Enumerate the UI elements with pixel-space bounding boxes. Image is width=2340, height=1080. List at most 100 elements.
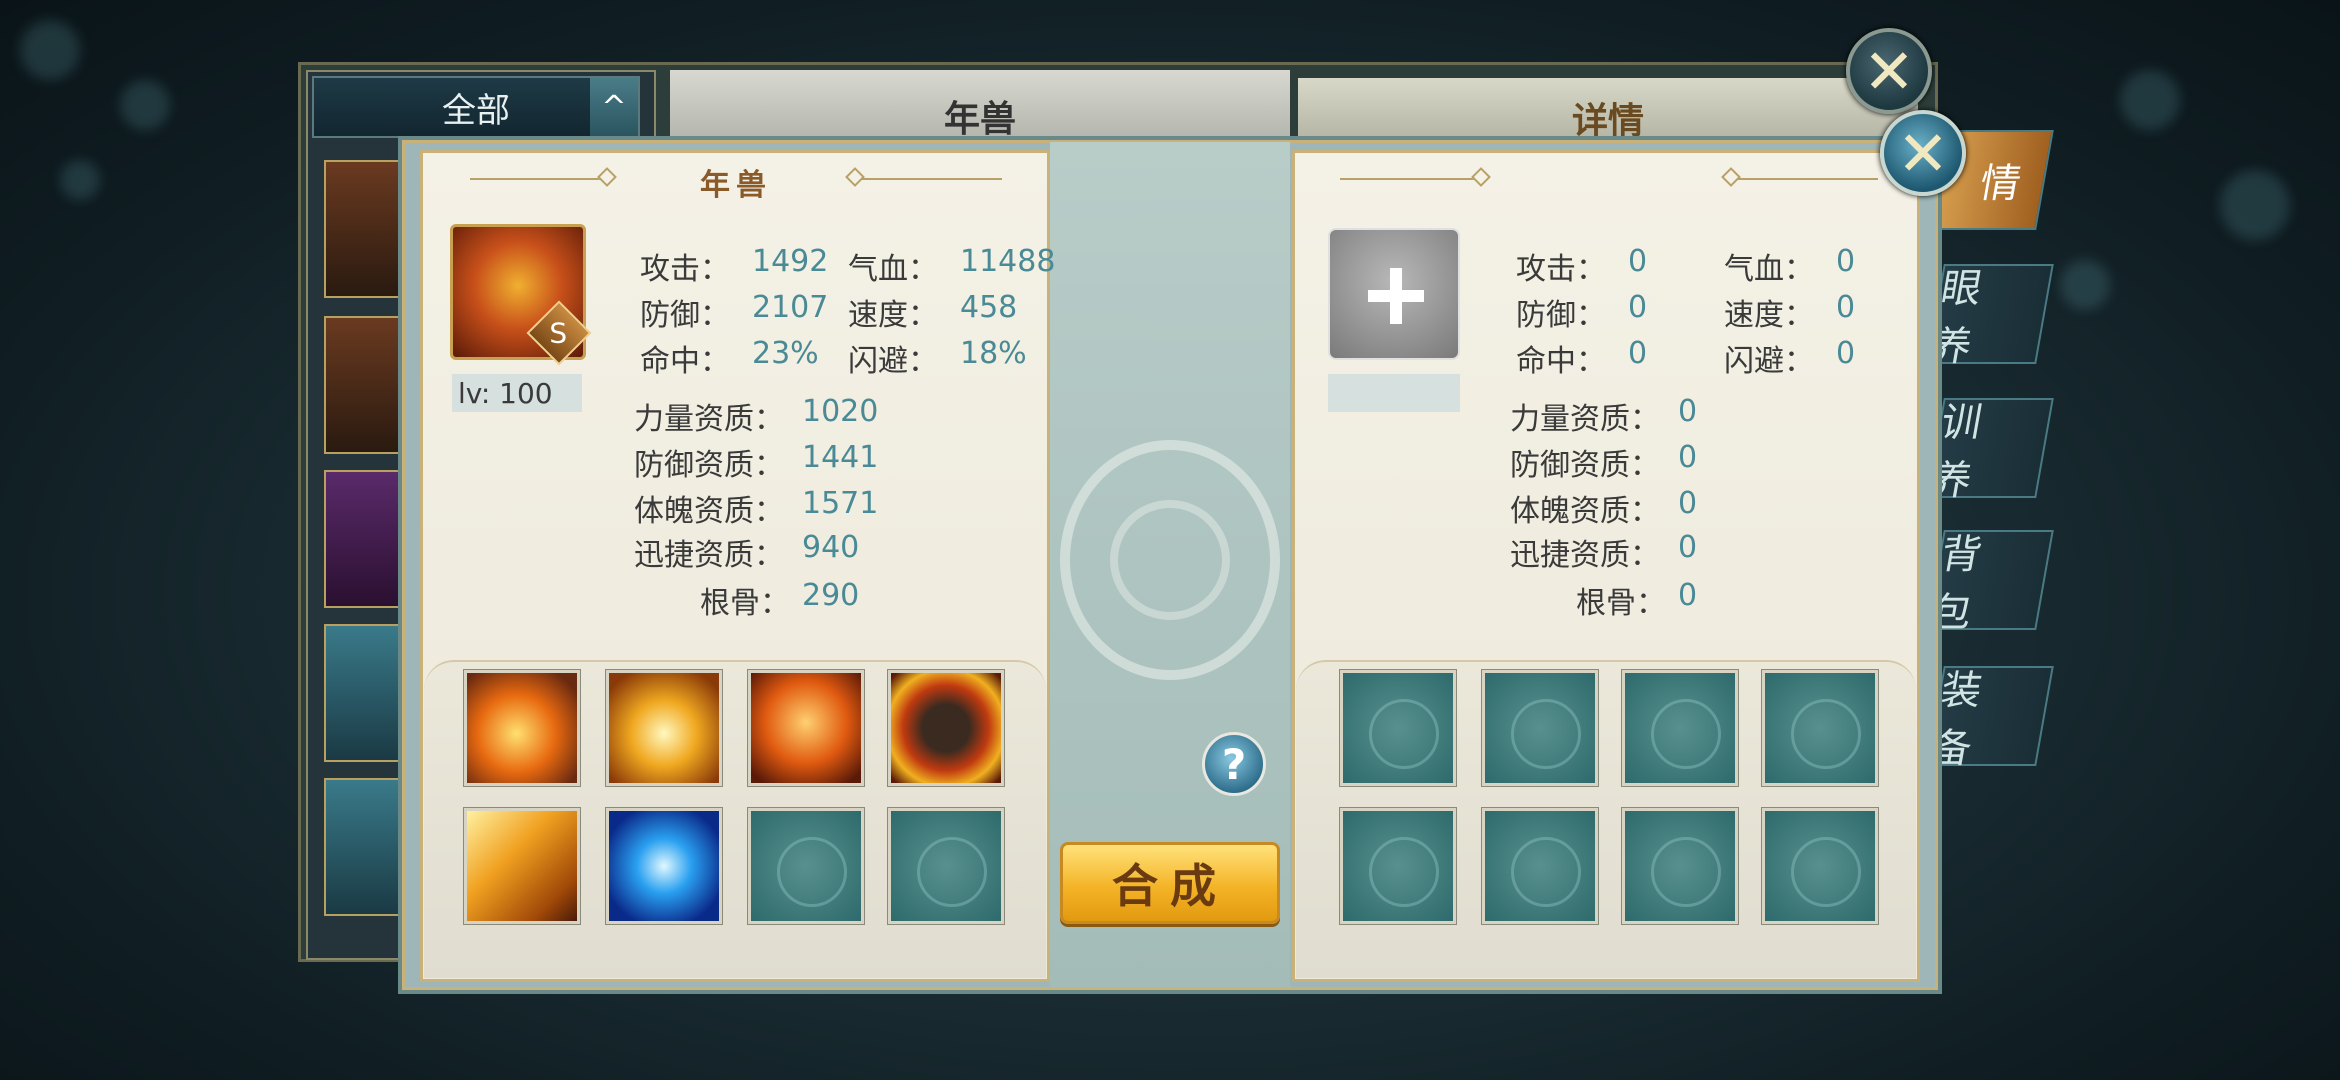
compose-label: 合成 — [1112, 859, 1228, 913]
close-icon[interactable]: ✕ — [1880, 110, 1966, 196]
help-button[interactable]: ? — [1202, 732, 1266, 796]
pet-list-item[interactable] — [324, 624, 404, 762]
beast-emblem-icon — [1369, 837, 1439, 907]
defense-apt-label: 防御资质： — [1510, 448, 1660, 483]
bone-label: 根骨： — [700, 586, 790, 621]
hp-value: 0 — [1836, 244, 1856, 279]
background-bokeh — [2120, 70, 2180, 130]
filter-label: 全部 — [442, 90, 510, 131]
speed-label: 速度： — [848, 298, 938, 333]
beast-emblem-icon — [1369, 699, 1439, 769]
empty-skill-slot[interactable] — [1622, 808, 1738, 924]
plus-icon — [1390, 268, 1402, 324]
dragon-emblem-inner — [1110, 500, 1230, 620]
empty-skill-slot[interactable] — [1482, 808, 1598, 924]
hit-label: 命中： — [1516, 344, 1606, 379]
bone-label: 根骨： — [1576, 586, 1666, 621]
beast-emblem-icon — [1791, 837, 1861, 907]
title-divider — [470, 178, 610, 180]
speed-label: 速度： — [1724, 298, 1814, 333]
empty-skill-slot[interactable] — [1340, 670, 1456, 786]
tab-train[interactable]: 训 养 — [1926, 398, 2054, 504]
defense-label: 防御： — [1516, 298, 1606, 333]
physique-apt-value: 1571 — [802, 486, 879, 521]
beast-emblem-icon — [1791, 699, 1861, 769]
title-divider — [1738, 178, 1878, 180]
beast-emblem-icon — [1511, 699, 1581, 769]
tab-label: 背 包 — [1927, 532, 1986, 636]
dodge-value: 18% — [960, 336, 1027, 371]
dodge-label: 闪避： — [1724, 344, 1814, 379]
grade-label: S — [549, 316, 568, 350]
pet-list-item[interactable] — [324, 778, 404, 916]
tab-nurture[interactable]: 眼 养 — [1926, 264, 2054, 370]
strength-apt-label: 力量资质： — [634, 402, 784, 437]
pet-list-item[interactable] — [324, 470, 404, 608]
empty-skill-slot[interactable] — [1762, 808, 1878, 924]
level-label: lv: 100 — [458, 376, 553, 410]
back-pet-title: 年兽 — [943, 99, 1016, 140]
dodge-value: 0 — [1836, 336, 1856, 371]
hp-label: 气血： — [848, 252, 938, 287]
tab-label: 眼 养 — [1927, 266, 1986, 370]
tab-equip[interactable]: 装 备 — [1926, 666, 2054, 772]
background-bokeh — [120, 80, 170, 130]
attack-value: 0 — [1628, 244, 1648, 279]
defense-apt-label: 防御资质： — [634, 448, 784, 483]
tab-label: 训 养 — [1927, 400, 1986, 504]
golden-burst-skill-icon[interactable] — [606, 670, 722, 786]
background-bokeh — [2060, 260, 2110, 310]
tab-bag[interactable]: 背 包 — [1926, 530, 2054, 636]
background-bokeh — [20, 20, 80, 80]
add-pet-button[interactable] — [1328, 228, 1460, 360]
compose-button[interactable]: 合成 — [1060, 842, 1280, 924]
hit-label: 命中： — [640, 344, 730, 379]
empty-skill-slot[interactable] — [1622, 670, 1738, 786]
dodge-label: 闪避： — [848, 344, 938, 379]
empty-skill-slot[interactable] — [1762, 670, 1878, 786]
beast-emblem-icon — [1511, 837, 1581, 907]
attack-value: 1492 — [752, 244, 829, 279]
beast-roar-skill-icon[interactable] — [888, 670, 1004, 786]
tab-label: 装 备 — [1927, 668, 1986, 772]
fire-shield-skill-icon[interactable] — [464, 670, 580, 786]
background-bokeh — [2220, 170, 2290, 240]
level-bar-empty — [1328, 374, 1460, 412]
chevron-up-icon[interactable]: ^ — [590, 78, 638, 136]
left-panel-title: 年兽 — [700, 168, 772, 203]
close-icon[interactable]: ✕ — [1846, 28, 1932, 114]
tab-label: 情 — [1976, 161, 2025, 207]
level-bar: lv: 100 — [452, 374, 582, 412]
agility-apt-label: 迅捷资质： — [634, 538, 784, 573]
golden-claw-skill-icon[interactable] — [464, 808, 580, 924]
beast-emblem-icon — [1651, 837, 1721, 907]
defense-apt-value: 0 — [1678, 440, 1698, 475]
hit-value: 0 — [1628, 336, 1648, 371]
title-divider — [862, 178, 1002, 180]
blue-vortex-skill-icon[interactable] — [606, 808, 722, 924]
beast-emblem-icon — [777, 837, 847, 907]
flame-shield-skill-icon[interactable] — [748, 670, 864, 786]
question-icon: ? — [1221, 739, 1247, 789]
attack-label: 攻击： — [1516, 252, 1606, 287]
attack-label: 攻击： — [640, 252, 730, 287]
speed-value: 458 — [960, 290, 1018, 325]
hp-value: 11488 — [960, 244, 1056, 279]
empty-skill-slot[interactable] — [1482, 670, 1598, 786]
agility-apt-value: 0 — [1678, 530, 1698, 565]
physique-apt-label: 体魄资质： — [634, 494, 784, 529]
background-bokeh — [60, 160, 100, 200]
empty-skill-slot[interactable] — [1340, 808, 1456, 924]
beast-emblem-icon — [1651, 699, 1721, 769]
empty-skill-slot[interactable] — [748, 808, 864, 924]
agility-apt-label: 迅捷资质： — [1510, 538, 1660, 573]
bone-value: 0 — [1678, 578, 1698, 613]
strength-apt-value: 0 — [1678, 394, 1698, 429]
bone-value: 290 — [802, 578, 860, 613]
defense-value: 2107 — [752, 290, 829, 325]
beast-emblem-icon — [917, 837, 987, 907]
pet-list-item[interactable] — [324, 160, 404, 298]
pet-list-item[interactable] — [324, 316, 404, 454]
empty-skill-slot[interactable] — [888, 808, 1004, 924]
defense-apt-value: 1441 — [802, 440, 879, 475]
